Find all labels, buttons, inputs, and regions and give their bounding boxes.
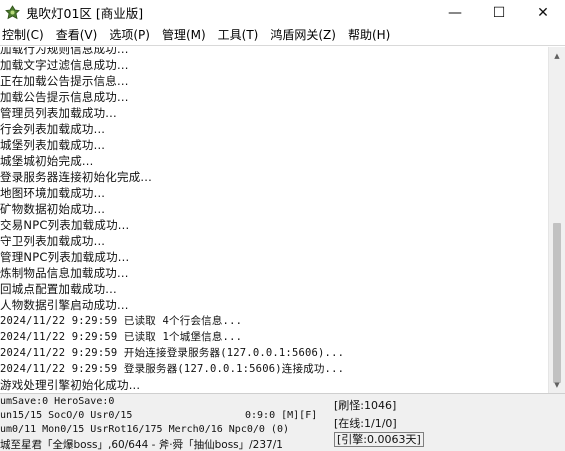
log-line: 加载行为规则信息成功... [0,47,129,56]
status-object-counts: um0/11 Mon0/15 UsrRot16/175 Merch0/16 Np… [0,424,289,435]
scroll-thumb[interactable] [553,223,561,383]
log-line: 2024/11/22 9:29:59 登录服务器(127.0.0.1:5606)… [0,363,345,375]
log-line: 正在加载公告提示信息... [0,74,129,88]
window-title: 鬼吹灯01区 [商业版] [26,6,144,21]
log-line: 加载文字过滤信息成功... [0,58,129,72]
menu-options[interactable]: 选项(P) [103,25,156,46]
status-uptime: 0:9:0 [M][F] [245,410,318,421]
log-line: 2024/11/22 9:29:59 已读取 1个城堡信息... [0,331,243,343]
log-line: 人物数据引擎启动成功... [0,298,129,312]
log-line: 城堡城初始完成... [0,154,94,168]
status-run-counts: un15/15 SocO/0 Usr0/15 [0,410,133,421]
log-line: 矿物数据初始成功... [0,202,106,216]
log-line: 回城点配置加载成功... [0,282,117,296]
status-refresh-monsters: [刷怪:1046] [334,399,397,412]
log-line: 加载公告提示信息成功... [0,90,129,104]
menu-control[interactable]: 控制(C) [0,25,50,46]
game-app-icon [4,5,20,21]
window-controls: — ☐ ✕ [433,0,565,25]
log-line: 行会列表加载成功... [0,122,106,136]
status-boss-info: 城至星君「全爆boss」,60/644 - 斧·舜「抽仙boss」/237/1 [0,439,283,451]
status-panel: umSave:0 HeroSave:0 un15/15 SocO/0 Usr0/… [0,393,565,451]
log-line: 2024/11/22 9:29:59 已读取 4个行会信息... [0,315,243,327]
log-line: 守卫列表加载成功... [0,234,106,248]
menu-bar: 控制(C) 查看(V) 选项(P) 管理(M) 工具(T) 鸿盾网关(Z) 帮助… [0,25,565,46]
log-line: 管理NPC列表加载成功... [0,250,130,264]
server-log[interactable]: 加载行为规则信息成功... 加载文字过滤信息成功... 正在加载公告提示信息..… [0,47,548,393]
minimize-button[interactable]: — [433,0,477,25]
menu-gateway[interactable]: 鸿盾网关(Z) [264,25,342,46]
menu-view[interactable]: 查看(V) [50,25,104,46]
status-save-counts: umSave:0 HeroSave:0 [0,396,115,407]
log-line: 交易NPC列表加载成功... [0,218,130,232]
status-online-count: [在线:1/1/0] [334,417,397,430]
menu-tools[interactable]: 工具(T) [212,25,265,46]
server-log-lines: 加载行为规则信息成功... 加载文字过滤信息成功... 正在加载公告提示信息..… [0,47,548,393]
title-bar: 鬼吹灯01区 [商业版] — ☐ ✕ [0,0,565,25]
log-line: 地图环境加载成功... [0,186,106,200]
scroll-down-arrow-icon[interactable]: ▼ [549,376,565,393]
menu-help[interactable]: 帮助(H) [342,25,396,46]
log-line: 2024/11/22 9:29:59 开始连接登录服务器(127.0.0.1:5… [0,347,345,359]
log-line: 管理员列表加载成功... [0,106,117,120]
maximize-button[interactable]: ☐ [477,0,521,25]
log-line: 游戏处理引擎初始化成功... [0,378,141,392]
scroll-up-arrow-icon[interactable]: ▲ [549,47,565,64]
close-button[interactable]: ✕ [521,0,565,25]
menu-manage[interactable]: 管理(M) [156,25,212,46]
status-engine-uptime: [引擎:0.0063天] [334,432,424,447]
log-scrollbar[interactable]: ▲ ▼ [548,47,565,393]
log-line: 炼制物品信息加载成功... [0,266,129,280]
log-line: 城堡列表加载成功... [0,138,106,152]
log-line: 登录服务器连接初始化完成... [0,170,152,184]
